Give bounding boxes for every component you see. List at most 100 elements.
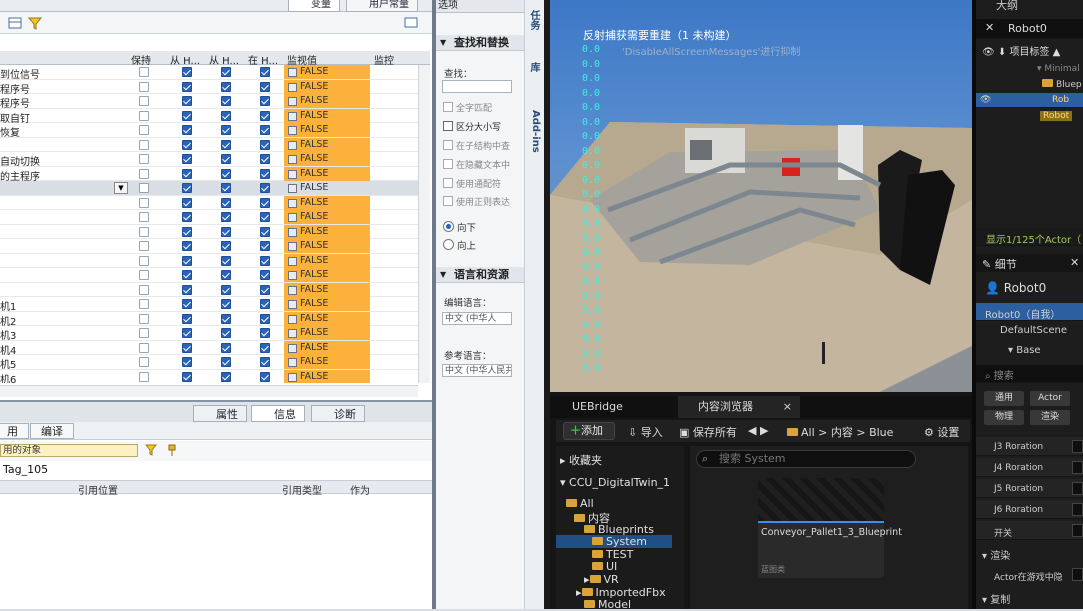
level-viewport[interactable]: [550, 0, 972, 392]
table-row[interactable]: FALSE: [0, 268, 418, 283]
breadcrumb-all[interactable]: All: [801, 426, 815, 439]
hidden-in-game-checkbox[interactable]: [1072, 568, 1083, 581]
retain-checkbox[interactable]: [139, 226, 149, 237]
table-row[interactable]: 程序号 FALSE: [0, 94, 418, 110]
tab-compile[interactable]: 编译: [30, 423, 74, 439]
close-details-icon[interactable]: ✕: [1070, 256, 1079, 269]
visible-hmi-checkbox[interactable]: [221, 284, 231, 295]
tree-all[interactable]: All: [566, 497, 594, 510]
retain-checkbox[interactable]: [139, 67, 149, 77]
visible-hmi-checkbox[interactable]: [221, 328, 231, 338]
in-hmi-checkbox[interactable]: [260, 270, 270, 280]
add-button[interactable]: ＋添加: [563, 422, 615, 440]
in-hmi-checkbox[interactable]: [260, 313, 270, 324]
visible-hmi-checkbox[interactable]: [221, 139, 231, 150]
match-case-checkbox[interactable]: 区分大小写: [443, 120, 513, 133]
retain-checkbox[interactable]: [139, 168, 149, 179]
from-hmi-checkbox[interactable]: [182, 139, 192, 150]
filter-icon[interactable]: [28, 16, 42, 30]
close-icon[interactable]: ×: [783, 396, 792, 418]
retain-checkbox[interactable]: [139, 241, 149, 251]
from-hmi-checkbox[interactable]: [182, 313, 192, 324]
eye-icon[interactable]: 👁: [980, 95, 991, 105]
retain-checkbox[interactable]: [139, 154, 149, 164]
direction-down-radio[interactable]: 向下: [443, 220, 476, 234]
in-hmi-checkbox[interactable]: [260, 328, 270, 338]
visible-hmi-checkbox[interactable]: [221, 371, 231, 382]
find-input[interactable]: [442, 80, 512, 93]
type-dropdown[interactable]: ▼: [114, 182, 128, 194]
j3-rotation-field[interactable]: [1072, 440, 1083, 453]
switch-checkbox[interactable]: [1072, 524, 1083, 537]
retain-checkbox[interactable]: [139, 110, 149, 121]
table-row[interactable]: 机3 FALSE: [0, 326, 418, 342]
table-row[interactable]: FALSE: [0, 224, 418, 239]
in-hmi-checkbox[interactable]: [260, 139, 270, 150]
col-ref-location[interactable]: 引用位置: [78, 482, 118, 497]
save-all-button[interactable]: ▣ 保存所有: [679, 424, 737, 440]
tab-add-ins[interactable]: Add-ins: [526, 110, 541, 153]
retain-checkbox[interactable]: [139, 197, 149, 208]
from-hmi-checkbox[interactable]: [182, 299, 192, 309]
retain-checkbox[interactable]: [139, 183, 149, 193]
direction-up-radio[interactable]: 向上: [443, 238, 476, 252]
table-row[interactable]: FALSE: [0, 253, 418, 268]
in-hmi-checkbox[interactable]: [260, 67, 270, 77]
pin-icon[interactable]: [167, 444, 177, 457]
in-hmi-checkbox[interactable]: [260, 212, 270, 222]
retain-checkbox[interactable]: [139, 299, 149, 309]
project-section[interactable]: ▾ CCU_DigitalTwin_1: [560, 476, 670, 489]
col-ref-type[interactable]: 引用类型: [282, 482, 322, 497]
tab-tasks[interactable]: 任务: [526, 10, 541, 30]
from-hmi-checkbox[interactable]: [182, 212, 192, 222]
visible-hmi-checkbox[interactable]: [221, 270, 231, 280]
from-hmi-checkbox[interactable]: [182, 342, 192, 353]
retain-checkbox[interactable]: [139, 313, 149, 324]
table-row[interactable]: 机6 FALSE: [0, 369, 418, 383]
from-hmi-checkbox[interactable]: [182, 125, 192, 135]
visible-hmi-checkbox[interactable]: [221, 81, 231, 92]
in-hmi-checkbox[interactable]: [260, 241, 270, 251]
component-self[interactable]: Robot0（自我）: [985, 306, 1060, 321]
component-base[interactable]: ▾ Base: [1008, 345, 1041, 356]
filter-common-button[interactable]: 通用: [984, 391, 1024, 406]
from-hmi-checkbox[interactable]: [182, 255, 192, 266]
in-hmi-checkbox[interactable]: [260, 197, 270, 208]
asset-search-input[interactable]: 搜索 System: [696, 450, 916, 468]
import-button[interactable]: ⇩ 导入: [628, 424, 663, 440]
from-hmi-checkbox[interactable]: [182, 81, 192, 92]
table-row[interactable]: 到位信号 FALSE: [0, 65, 418, 81]
table-row[interactable]: 自动切换 FALSE: [0, 152, 418, 168]
table-vertical-scrollbar[interactable]: [418, 65, 430, 383]
visible-hmi-checkbox[interactable]: [221, 226, 231, 237]
table-row[interactable]: 机2 FALSE: [0, 311, 418, 328]
settings-button[interactable]: ⚙ 设置: [924, 424, 959, 440]
tab-info[interactable]: 信息: [251, 405, 305, 422]
from-hmi-checkbox[interactable]: [182, 67, 192, 77]
in-hmi-checkbox[interactable]: [260, 342, 270, 353]
in-hmi-checkbox[interactable]: [260, 154, 270, 164]
table-row[interactable]: FALSE: [0, 239, 418, 254]
visible-hmi-checkbox[interactable]: [221, 357, 231, 367]
from-hmi-checkbox[interactable]: [182, 371, 192, 382]
j5-rotation-field[interactable]: [1072, 482, 1083, 495]
in-hmi-checkbox[interactable]: [260, 371, 270, 382]
tab-content-browser[interactable]: 内容浏览器 ×: [678, 396, 800, 418]
tree-system[interactable]: System: [592, 535, 647, 548]
retain-checkbox[interactable]: [139, 81, 149, 92]
retain-checkbox[interactable]: [139, 96, 149, 106]
find-replace-section[interactable]: 查找和替换: [436, 35, 524, 51]
in-hidden-text-checkbox[interactable]: 在隐藏文本中: [443, 158, 513, 171]
render-section[interactable]: ▾ 渲染: [982, 547, 1010, 562]
outliner-item-robot[interactable]: Robot: [1040, 111, 1073, 121]
from-hmi-checkbox[interactable]: [182, 154, 192, 164]
edit-language-select[interactable]: 中文 (中华人: [442, 312, 512, 325]
table-row[interactable]: 恢复 FALSE: [0, 123, 418, 139]
visible-hmi-checkbox[interactable]: [221, 241, 231, 251]
retain-checkbox[interactable]: [139, 270, 149, 280]
in-hmi-checkbox[interactable]: [260, 226, 270, 237]
table-icon[interactable]: [8, 16, 22, 30]
in-hmi-checkbox[interactable]: [260, 299, 270, 309]
tab-properties[interactable]: 属性: [193, 405, 247, 422]
visible-hmi-checkbox[interactable]: [221, 168, 231, 179]
